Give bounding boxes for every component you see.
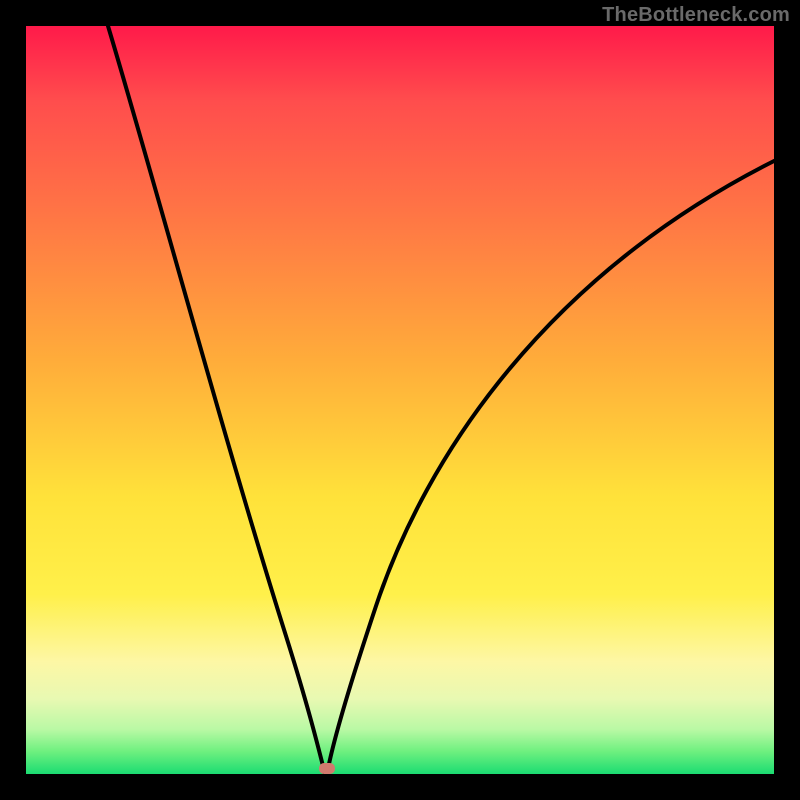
minimum-marker bbox=[319, 763, 335, 774]
chart-frame: TheBottleneck.com bbox=[0, 0, 800, 800]
watermark-text: TheBottleneck.com bbox=[602, 4, 790, 27]
curve-path bbox=[108, 26, 774, 774]
bottleneck-curve bbox=[26, 26, 774, 774]
plot-area bbox=[26, 26, 774, 774]
